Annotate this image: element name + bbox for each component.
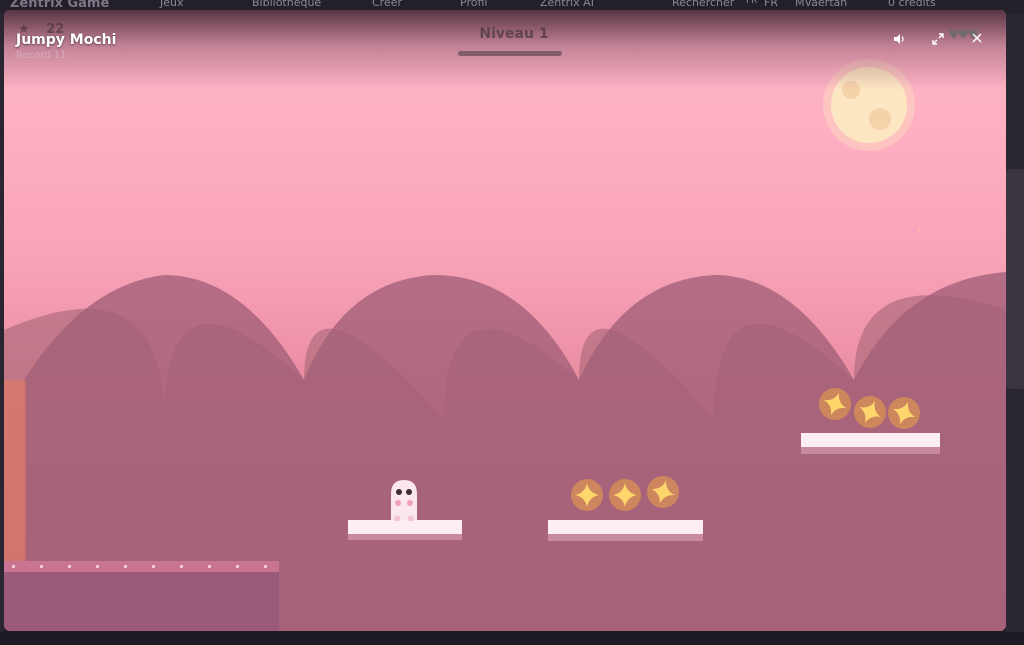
- close-icon[interactable]: [968, 32, 986, 50]
- mochi-character: [391, 480, 417, 521]
- nav-item-library[interactable]: Bibliothèque: [252, 0, 321, 9]
- level-progress-bar: [458, 51, 562, 56]
- speaker-icon[interactable]: [890, 32, 908, 50]
- expand-icon[interactable]: [929, 32, 947, 50]
- star-coin-icon: [888, 397, 920, 429]
- nav-credits[interactable]: 0 crédits: [888, 0, 936, 9]
- heart-icon: ♥: [948, 28, 960, 43]
- app-right-edge: [1006, 14, 1024, 645]
- hud-overlay: [4, 10, 1006, 90]
- star-coin-icon: [609, 479, 641, 511]
- game-modal[interactable]: ★ 22 Jumpy Mochi Record 11 Niveau 1 ♥♥♥: [4, 10, 1006, 631]
- nav-item-games[interactable]: Jeux: [160, 0, 184, 9]
- heart-icon: ♥: [957, 28, 970, 43]
- nav-item-profile[interactable]: Profil: [460, 0, 487, 9]
- app-scroll-knob: [1006, 169, 1024, 389]
- nav-user[interactable]: MVaertan: [795, 0, 847, 9]
- platform: [548, 520, 703, 541]
- record-label: Record 11: [16, 50, 67, 61]
- game-canvas[interactable]: [4, 10, 1006, 631]
- app-bottom-bar: [0, 632, 1024, 645]
- nav-item-zentrix-ai[interactable]: Zentrix AI: [540, 0, 594, 9]
- left-glow: [4, 380, 26, 570]
- platform: [801, 433, 940, 454]
- star-coin-icon: [571, 479, 603, 511]
- game-title: Jumpy Mochi: [16, 32, 117, 48]
- star-coin-icon: [819, 388, 851, 420]
- nav-search[interactable]: Rechercher: [672, 0, 734, 9]
- ground-block: [4, 561, 279, 631]
- star-coin-icon: [854, 396, 886, 428]
- star-coin-icon: [647, 476, 679, 508]
- nav-lang[interactable]: FR: [764, 0, 778, 9]
- nav-item-create[interactable]: Créer: [372, 0, 402, 9]
- platform: [348, 520, 462, 540]
- nav-lang-code[interactable]: FR: [746, 0, 757, 6]
- level-label: Niveau 1: [479, 26, 549, 42]
